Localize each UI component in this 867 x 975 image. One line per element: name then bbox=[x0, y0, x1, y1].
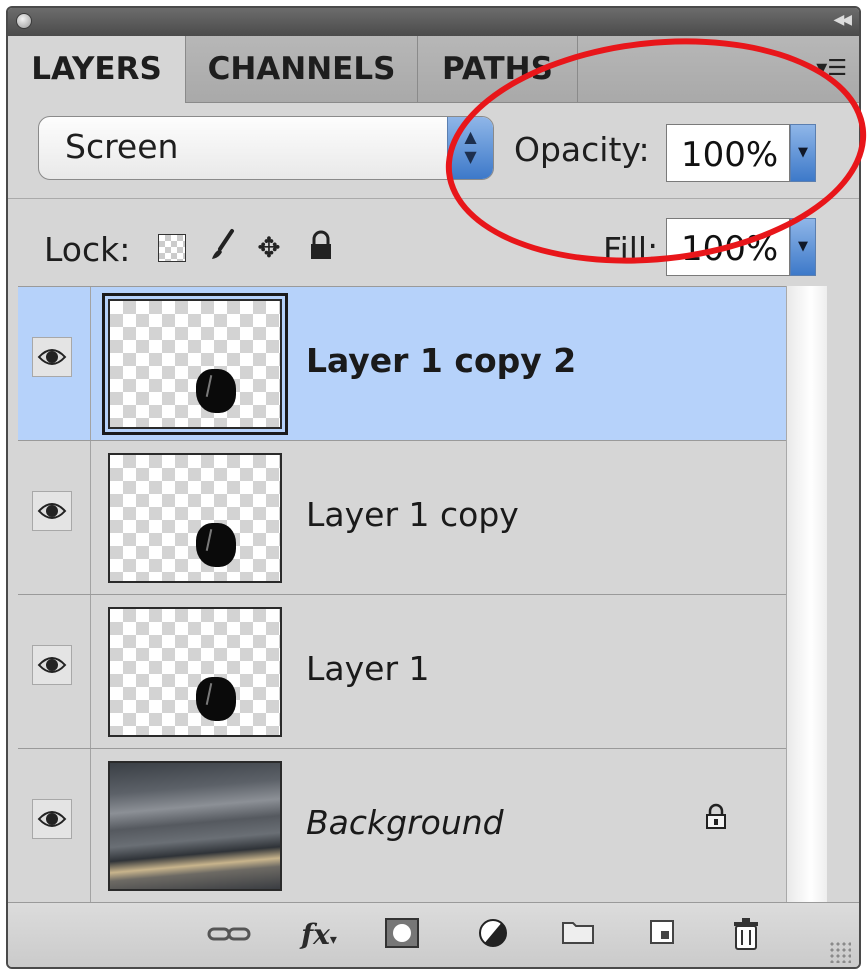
layer-name[interactable]: Layer 1 copy 2 bbox=[306, 341, 576, 380]
divider bbox=[90, 595, 91, 748]
divider bbox=[90, 287, 91, 440]
resize-grip-icon[interactable] bbox=[829, 941, 851, 963]
lock-position-icon[interactable]: ✥ bbox=[252, 228, 286, 268]
layer-row[interactable]: Layer 1 bbox=[18, 595, 786, 749]
adjustment-layer-icon[interactable] bbox=[468, 917, 522, 953]
layer-name[interactable]: Layer 1 copy bbox=[306, 495, 519, 534]
trash-icon[interactable] bbox=[724, 917, 768, 953]
layer-list: Layer 1 copy 2 Layer 1 copy Layer 1 Back… bbox=[18, 286, 786, 903]
thumbnail-shape bbox=[196, 369, 236, 413]
layer-name[interactable]: Layer 1 bbox=[306, 649, 430, 688]
lock-image-pixels-icon[interactable] bbox=[204, 228, 238, 268]
thumbnail-shape bbox=[196, 677, 236, 721]
visibility-eye-icon[interactable] bbox=[32, 337, 72, 377]
fill-dropdown-icon[interactable]: ▼ bbox=[790, 218, 816, 276]
collapse-icon[interactable]: ◀◀ bbox=[833, 12, 851, 28]
visibility-eye-icon[interactable] bbox=[32, 491, 72, 531]
thumbnail-shape bbox=[196, 523, 236, 567]
fx-icon[interactable]: fx▾ bbox=[294, 917, 344, 953]
layer-thumbnail[interactable] bbox=[108, 453, 282, 583]
link-layers-icon[interactable] bbox=[204, 917, 254, 953]
new-group-icon[interactable] bbox=[556, 917, 600, 953]
tab-layers[interactable]: LAYERS bbox=[8, 36, 186, 103]
panel-titlebar: ◀◀ bbox=[8, 8, 859, 36]
layer-name[interactable]: Background bbox=[306, 803, 504, 842]
blend-mode-select[interactable]: Screen ▲ ▼ bbox=[38, 116, 494, 180]
layer-lock-icon bbox=[704, 803, 728, 837]
layer-thumbnail[interactable] bbox=[108, 607, 282, 737]
layer-mask-icon[interactable] bbox=[380, 917, 424, 953]
scrollbar[interactable] bbox=[786, 286, 827, 902]
blend-mode-value: Screen bbox=[65, 127, 179, 166]
visibility-eye-icon[interactable] bbox=[32, 799, 72, 839]
divider bbox=[90, 749, 91, 902]
close-icon[interactable] bbox=[16, 13, 32, 29]
layer-row[interactable]: Background bbox=[18, 749, 786, 903]
tab-channels[interactable]: CHANNELS bbox=[186, 36, 418, 102]
new-layer-icon[interactable] bbox=[640, 917, 684, 953]
lock-label: Lock: bbox=[44, 230, 131, 269]
background-thumbnail[interactable] bbox=[108, 761, 282, 891]
lock-transparent-pixels-icon[interactable] bbox=[158, 234, 186, 262]
layer-thumbnail[interactable] bbox=[102, 293, 288, 435]
divider bbox=[90, 441, 91, 594]
layer-row[interactable]: Layer 1 copy bbox=[18, 441, 786, 595]
panel-footer: fx▾ bbox=[8, 902, 859, 967]
layer-row[interactable]: Layer 1 copy 2 bbox=[18, 287, 786, 441]
visibility-eye-icon[interactable] bbox=[32, 645, 72, 685]
lock-all-icon[interactable] bbox=[304, 228, 338, 268]
